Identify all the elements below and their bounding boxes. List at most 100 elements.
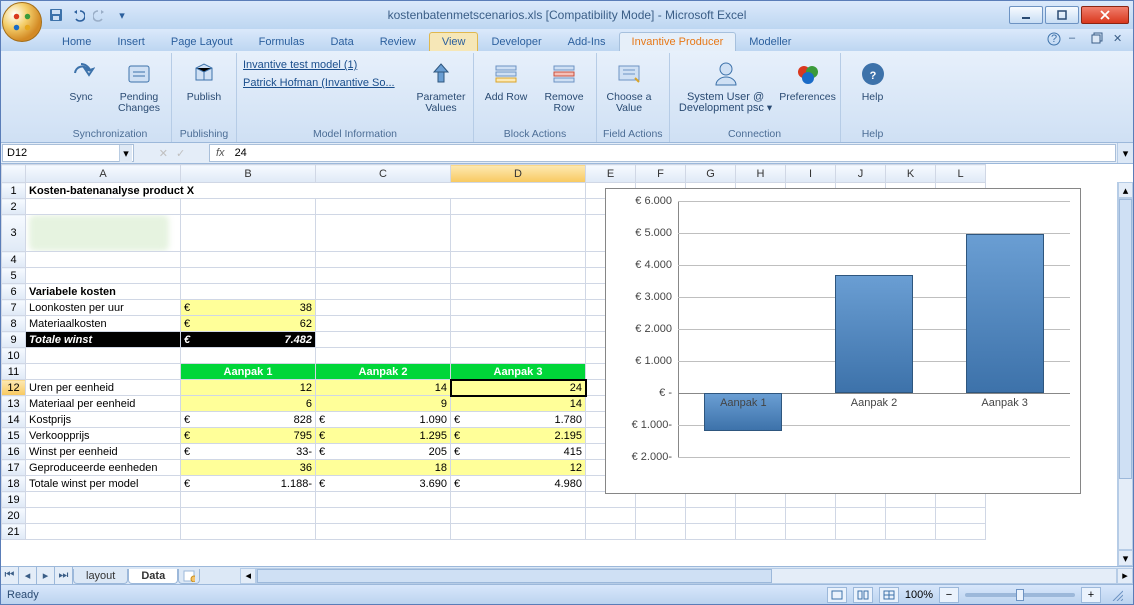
cell-A7[interactable]: Loonkosten per uur xyxy=(26,300,181,316)
row-header-1[interactable]: 1 xyxy=(2,183,26,199)
cell-A19[interactable] xyxy=(26,492,181,508)
zoom-slider[interactable] xyxy=(965,593,1075,597)
cell-L21[interactable] xyxy=(936,524,986,540)
minimize-button[interactable] xyxy=(1009,6,1043,24)
cell-D12[interactable]: 24 xyxy=(451,380,586,396)
cell-D5[interactable] xyxy=(451,268,586,284)
col-header-J[interactable]: J xyxy=(836,165,886,183)
model-link[interactable]: Invantive test model (1) xyxy=(243,59,409,71)
cell-A20[interactable] xyxy=(26,508,181,524)
cell-D7[interactable] xyxy=(451,300,586,316)
cell-C18[interactable]: €3.690 xyxy=(316,476,451,492)
cell-A4[interactable] xyxy=(26,252,181,268)
undo-icon[interactable] xyxy=(69,6,87,24)
col-header-F[interactable]: F xyxy=(636,165,686,183)
tab-developer[interactable]: Developer xyxy=(478,32,554,51)
tab-invantive-producer[interactable]: Invantive Producer xyxy=(619,32,737,51)
cell-D15[interactable]: €2.195 xyxy=(451,428,586,444)
cell-L20[interactable] xyxy=(936,508,986,524)
cell-C7[interactable] xyxy=(316,300,451,316)
row-header-16[interactable]: 16 xyxy=(2,444,26,460)
cell-B13[interactable]: 6 xyxy=(181,396,316,412)
cell-A13[interactable]: Materiaal per eenheid xyxy=(26,396,181,412)
new-sheet-icon[interactable] xyxy=(178,569,200,584)
tab-formulas[interactable]: Formulas xyxy=(246,32,318,51)
embedded-chart[interactable]: € 6.000€ 5.000€ 4.000€ 3.000€ 2.000€ 1.0… xyxy=(605,188,1081,494)
help-icon[interactable]: ? xyxy=(1047,32,1061,46)
cell-K20[interactable] xyxy=(886,508,936,524)
row-header-14[interactable]: 14 xyxy=(2,412,26,428)
cell-C4[interactable] xyxy=(316,252,451,268)
cell-B14[interactable]: €828 xyxy=(181,412,316,428)
cell-A15[interactable]: Verkoopprijs xyxy=(26,428,181,444)
choose-value-button[interactable]: Choose a Value xyxy=(603,55,655,117)
cell-C11[interactable]: Aanpak 2 xyxy=(316,364,451,380)
cell-A3[interactable] xyxy=(26,215,181,252)
tab-add-ins[interactable]: Add-Ins xyxy=(555,32,619,51)
row-header-4[interactable]: 4 xyxy=(2,252,26,268)
cell-B6[interactable] xyxy=(181,284,316,300)
row-header-17[interactable]: 17 xyxy=(2,460,26,476)
tab-page-layout[interactable]: Page Layout xyxy=(158,32,246,51)
cell-B10[interactable] xyxy=(181,348,316,364)
name-box-dropdown-icon[interactable]: ▾ xyxy=(119,145,132,162)
resize-grip-icon[interactable] xyxy=(1107,587,1127,603)
cell-D6[interactable] xyxy=(451,284,586,300)
col-header-G[interactable]: G xyxy=(686,165,736,183)
cell-D8[interactable] xyxy=(451,316,586,332)
cell-B7[interactable]: €38 xyxy=(181,300,316,316)
cell-B15[interactable]: €795 xyxy=(181,428,316,444)
tab-home[interactable]: Home xyxy=(49,32,104,51)
ribbon-minimize-icon[interactable]: – xyxy=(1069,32,1083,46)
cell-A2[interactable] xyxy=(26,199,181,215)
cell-C2[interactable] xyxy=(316,199,451,215)
scroll-right-icon[interactable]: ▸ xyxy=(1117,568,1133,584)
col-header-D[interactable]: D xyxy=(451,165,586,183)
row-header-11[interactable]: 11 xyxy=(2,364,26,380)
cell-B2[interactable] xyxy=(181,199,316,215)
save-icon[interactable] xyxy=(47,6,65,24)
page-break-view-icon[interactable] xyxy=(879,587,899,603)
cell-D21[interactable] xyxy=(451,524,586,540)
cell-C10[interactable] xyxy=(316,348,451,364)
formula-bar-expand-icon[interactable]: ▾ xyxy=(1117,143,1133,163)
cell-A12[interactable]: Uren per eenheid xyxy=(26,380,181,396)
row-header-7[interactable]: 7 xyxy=(2,300,26,316)
system-user-button[interactable]: System User @ Development psc ▾ xyxy=(676,55,776,117)
cell-C8[interactable] xyxy=(316,316,451,332)
sheet-nav-prev-icon[interactable]: ◂ xyxy=(19,567,37,584)
cell-D3[interactable] xyxy=(451,215,586,252)
row-header-12[interactable]: 12 xyxy=(2,380,26,396)
maximize-button[interactable] xyxy=(1045,6,1079,24)
cell-C21[interactable] xyxy=(316,524,451,540)
sheet-nav-last-icon[interactable]: ⏭ xyxy=(55,567,73,584)
cell-B11[interactable]: Aanpak 1 xyxy=(181,364,316,380)
page-layout-view-icon[interactable] xyxy=(853,587,873,603)
cell-B17[interactable]: 36 xyxy=(181,460,316,476)
parameter-values-button[interactable]: Parameter Values xyxy=(415,55,467,117)
scroll-left-icon[interactable]: ◂ xyxy=(240,568,256,584)
sheet-nav-next-icon[interactable]: ▸ xyxy=(37,567,55,584)
row-header-6[interactable]: 6 xyxy=(2,284,26,300)
col-header-L[interactable]: L xyxy=(936,165,986,183)
redo-icon[interactable] xyxy=(91,6,109,24)
doc-close-icon[interactable]: ✕ xyxy=(1113,32,1127,46)
cell-A16[interactable]: Winst per eenheid xyxy=(26,444,181,460)
sync-button[interactable]: Sync xyxy=(55,55,107,106)
cell-C3[interactable] xyxy=(316,215,451,252)
cell-D16[interactable]: €415 xyxy=(451,444,586,460)
tab-view[interactable]: View xyxy=(429,32,479,51)
cell-C13[interactable]: 9 xyxy=(316,396,451,412)
cell-B3[interactable] xyxy=(181,215,316,252)
zoom-out-icon[interactable]: − xyxy=(939,587,959,603)
cell-D17[interactable]: 12 xyxy=(451,460,586,476)
col-header-I[interactable]: I xyxy=(786,165,836,183)
tab-review[interactable]: Review xyxy=(367,32,429,51)
cell-H20[interactable] xyxy=(736,508,786,524)
cell-J20[interactable] xyxy=(836,508,886,524)
tab-modeller[interactable]: Modeller xyxy=(736,32,804,51)
cell-I21[interactable] xyxy=(786,524,836,540)
row-header-21[interactable]: 21 xyxy=(2,524,26,540)
cell-H21[interactable] xyxy=(736,524,786,540)
cell-D13[interactable]: 14 xyxy=(451,396,586,412)
